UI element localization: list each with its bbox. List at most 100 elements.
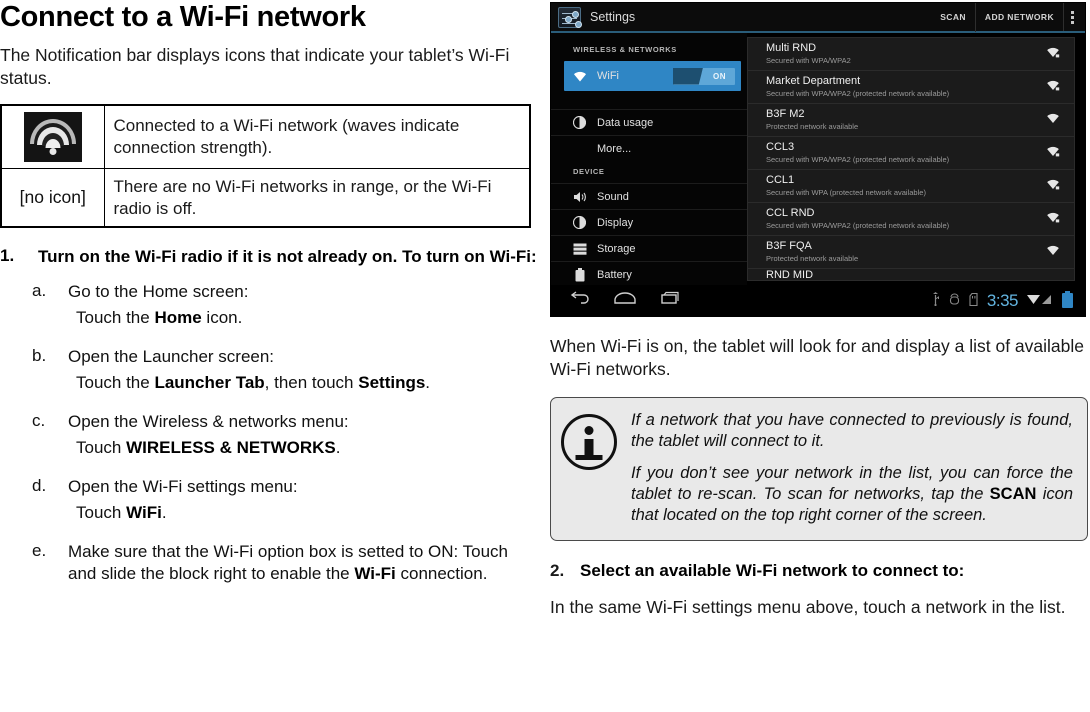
wifi-secured-icon — [1040, 144, 1060, 162]
sidebar-item-display[interactable]: Display — [551, 209, 747, 235]
sidebar-item-label: Data usage — [597, 116, 654, 129]
settings-sidebar: WIRELESS & NETWORKS WiFi ON Data usage M… — [551, 33, 747, 285]
substep-b-post: , then touch — [264, 372, 359, 392]
substep-b-line2: Touch the Launcher Tab, then touch Setti… — [68, 372, 540, 394]
recents-icon[interactable] — [647, 291, 691, 310]
table-cell-description: There are no Wi-Fi networks in range, or… — [103, 167, 531, 228]
substep-a-line2: Touch the Home icon. — [68, 307, 540, 329]
intro-paragraph: The Notification bar displays icons that… — [0, 45, 510, 89]
android-debug-icon — [949, 292, 960, 309]
battery-charging-icon — [1062, 291, 1073, 308]
wifi-secured-icon — [1040, 210, 1060, 228]
info-paragraph-2: If you don’t see your network in the lis… — [631, 463, 1073, 526]
info-note-text: If a network that you have connected to … — [631, 410, 1073, 527]
usb-icon — [931, 292, 940, 309]
substep-b-pre: Touch the — [76, 372, 155, 392]
substep-a: a. Go to the Home screen: Touch the Home… — [0, 281, 540, 329]
sidebar-item-storage[interactable]: Storage — [551, 235, 747, 261]
overflow-menu-icon[interactable] — [1063, 3, 1081, 31]
sidebar-item-label: Sound — [597, 190, 629, 203]
pie-chart-icon — [571, 116, 588, 129]
substep-b-line1: Open the Launcher screen: — [68, 346, 275, 366]
sidebar-item-data-usage[interactable]: Data usage — [551, 109, 747, 135]
info-note-box: If a network that you have connected to … — [550, 396, 1088, 542]
list-item[interactable]: CCL3 Secured with WPA/WPA2 (protected ne… — [748, 137, 1074, 170]
substep-d-letter: d. — [32, 476, 47, 496]
list-item[interactable]: CCL1 Secured with WPA (protected network… — [748, 170, 1074, 203]
substep-c-line2: Touch WIRELESS & NETWORKS. — [68, 437, 540, 459]
substep-b-letter: b. — [32, 345, 47, 365]
list-item[interactable]: B3F FQA Protected network available — [748, 236, 1074, 269]
substep-c: c. Open the Wireless & networks menu: To… — [0, 411, 540, 459]
no-icon-label: [no icon] — [19, 187, 86, 208]
list-item[interactable]: Market Department Secured with WPA/WPA2 … — [748, 71, 1074, 104]
list-item[interactable]: Multi RND Secured with WPA/WPA2 — [748, 38, 1074, 71]
table-cell-icon — [0, 104, 105, 169]
substep-c-bold: WIRELESS & NETWORKS — [126, 438, 336, 457]
network-security: Protected network available — [766, 121, 859, 131]
substep-a-line1: Go to the Home screen: — [68, 281, 249, 301]
list-item[interactable]: CCL RND Secured with WPA/WPA2 (protected… — [748, 203, 1074, 236]
network-security: Protected network available — [766, 253, 859, 263]
wifi-network-list[interactable]: Multi RND Secured with WPA/WPA2 Market D… — [747, 37, 1075, 281]
wifi-toggle[interactable]: ON — [673, 67, 735, 85]
closing-paragraph: In the same Wi-Fi settings menu above, t… — [550, 597, 1066, 618]
network-name: CCL1 — [766, 174, 795, 187]
substep-e-letter: e. — [32, 541, 47, 561]
substep-c-line1: Open the Wireless & networks menu: — [68, 411, 349, 431]
network-name: RND MID — [766, 269, 814, 281]
wifi-icon — [571, 71, 588, 82]
tablet-action-bar: Settings SCAN ADD NETWORK — [551, 3, 1085, 33]
storage-icon — [571, 243, 588, 255]
network-name: CCL RND — [766, 207, 815, 220]
wifi-status-icon-table: Connected to a Wi-Fi network (waves indi… — [0, 103, 531, 229]
network-name: B3F FQA — [766, 240, 812, 253]
list-item[interactable]: RND MID — [748, 269, 1074, 281]
network-security: Secured with WPA/WPA2 (protected network… — [766, 220, 950, 230]
tablet-content: WIRELESS & NETWORKS WiFi ON Data usage M… — [551, 33, 1085, 285]
substep-d-pre: Touch — [76, 503, 127, 523]
network-security: Secured with WPA/WPA2 — [766, 55, 851, 65]
network-name: Market Department — [766, 75, 861, 88]
substep-b-post2: . — [425, 372, 431, 392]
substep-d-line2: Touch WiFi. — [68, 502, 540, 524]
sidebar-item-more[interactable]: More... — [551, 135, 747, 161]
substep-a-letter: a. — [32, 280, 47, 300]
table-row: Connected to a Wi-Fi network (waves indi… — [0, 104, 531, 169]
battery-icon — [571, 267, 588, 282]
network-security: Secured with WPA/WPA2 (protected network… — [766, 154, 950, 164]
substep-e-line1: Make sure that the Wi-Fi option box is s… — [68, 541, 540, 585]
substep-b-bold2: Settings — [358, 372, 426, 392]
tablet-navigation-bar: 3:35 — [551, 285, 1085, 316]
tablet-status-bar: 3:35 — [931, 291, 1077, 311]
scan-button[interactable]: SCAN — [931, 3, 975, 32]
substep-e-bold: Wi-Fi — [354, 564, 396, 584]
add-network-button[interactable]: ADD NETWORK — [974, 3, 1063, 32]
left-column: Connect to a Wi-Fi network The Notificat… — [0, 0, 540, 712]
home-icon[interactable] — [603, 291, 647, 310]
list-item[interactable]: B3F M2 Protected network available — [748, 104, 1074, 137]
brightness-icon — [571, 216, 588, 229]
substep-c-pre: Touch — [76, 438, 127, 457]
sidebar-item-sound[interactable]: Sound — [551, 183, 747, 209]
wifi-secured-icon — [1040, 177, 1060, 195]
sidebar-item-battery[interactable]: Battery — [551, 261, 747, 287]
network-name: CCL3 — [766, 141, 795, 154]
speaker-icon — [571, 191, 588, 203]
info-paragraph-1: If a network that you have connected to … — [631, 410, 1073, 450]
substep-d: d. Open the Wi-Fi settings menu: Touch W… — [0, 476, 540, 524]
sidebar-item-wifi[interactable]: WiFi ON — [564, 61, 741, 91]
tablet-header-actions: SCAN ADD NETWORK — [931, 3, 1085, 32]
right-paragraph-1: When Wi-Fi is on, the tablet will look f… — [550, 336, 1084, 379]
back-icon[interactable] — [559, 291, 603, 310]
substep-a-bold: Home — [154, 307, 202, 327]
wifi-secured-icon — [1040, 45, 1060, 63]
network-security: Secured with WPA/WPA2 (protected network… — [766, 88, 950, 98]
signal-icon — [1027, 293, 1053, 309]
substep-c-post: . — [335, 438, 341, 457]
wifi-secured-icon — [1040, 78, 1060, 96]
step-1-number: 1. — [0, 246, 15, 266]
sidebar-item-label: More... — [597, 142, 632, 155]
substep-a-post: icon. — [201, 307, 243, 327]
